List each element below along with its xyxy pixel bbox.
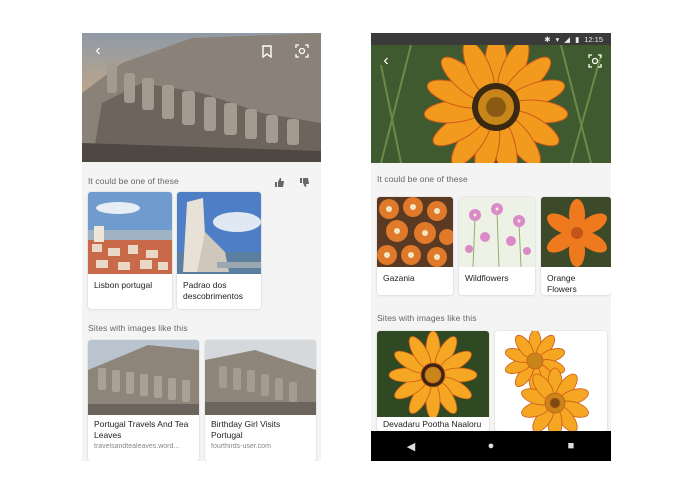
back-arrow-icon[interactable]: ‹: [88, 41, 108, 61]
match-card-gazania[interactable]: Gazania: [377, 197, 453, 295]
bluetooth-icon: ✱: [544, 34, 551, 44]
site-thumbnail: [495, 331, 607, 431]
gazania-thumbnail: [377, 197, 453, 267]
match-card-label: Gazania: [383, 273, 415, 283]
nav-back-icon[interactable]: ◀: [396, 440, 426, 453]
lisbon-thumbnail: [88, 192, 172, 274]
match-card-label: Padrao dos descobrimentos: [183, 280, 244, 301]
site-card-birthday-girl[interactable]: Birthday Girl Visits Portugal fourthirds…: [205, 340, 316, 461]
status-bar: ✱ ▾ ◢ ▮ 12:15: [371, 33, 611, 45]
wildflowers-thumbnail: [459, 197, 535, 267]
section-label-sites: Sites with images like this: [377, 313, 477, 323]
nav-recents-icon[interactable]: ■: [556, 440, 586, 452]
site-thumbnail: [205, 340, 316, 415]
match-card-label: Wildflowers: [465, 273, 509, 283]
monument-hero-image: ‹: [82, 33, 321, 162]
match-card-orange-flowers[interactable]: Orange Flowers: [541, 197, 611, 295]
section-label-sites: Sites with images like this: [88, 323, 188, 333]
match-card-padrao[interactable]: Padrao dos descobrimentos: [177, 192, 261, 309]
wifi-icon: ▾: [555, 34, 560, 44]
site-card-portugal-travels[interactable]: Portugal Travels And Tea Leaves travelsa…: [88, 340, 199, 461]
bookmark-icon[interactable]: [257, 41, 277, 61]
site-card-devadaru[interactable]: Devadaru Pootha Naaloru: [377, 331, 489, 431]
left-phone-screen: ‹ It could be one of these Lisbon portug…: [82, 33, 321, 461]
padrao-thumbnail: [177, 192, 261, 274]
orange-flowers-thumbnail: [541, 197, 611, 267]
site-card-gazania-photo[interactable]: [495, 331, 607, 431]
lens-icon[interactable]: [292, 41, 312, 61]
section-label-matches: It could be one of these: [88, 176, 179, 186]
match-card-label: Lisbon portugal: [94, 280, 153, 290]
signal-icon: ◢: [564, 34, 571, 44]
flower-hero-image: ‹: [371, 45, 611, 163]
right-phone-screen: ✱ ▾ ◢ ▮ 12:15 ‹ It could be one of these…: [371, 33, 611, 461]
android-nav-bar: ◀ ● ■: [371, 431, 611, 461]
match-card-label: Orange Flowers: [547, 273, 577, 294]
match-card-wildflowers[interactable]: Wildflowers: [459, 197, 535, 295]
thumbs-up-icon[interactable]: [269, 172, 289, 192]
nav-home-icon[interactable]: ●: [476, 440, 506, 452]
site-card-source: fourthirds-user.com: [211, 443, 271, 450]
site-card-title: Portugal Travels And Tea Leaves: [94, 419, 189, 440]
site-thumbnail: [377, 331, 489, 417]
status-time: 12:15: [584, 34, 603, 44]
lens-icon[interactable]: [585, 51, 605, 71]
site-card-source: travelsandtealeaves.word...: [94, 443, 180, 450]
site-card-title: Birthday Girl Visits Portugal: [211, 419, 281, 440]
thumbs-down-icon[interactable]: [294, 172, 314, 192]
battery-icon: ▮: [575, 34, 580, 44]
section-label-matches: It could be one of these: [377, 174, 468, 184]
match-card-lisbon[interactable]: Lisbon portugal: [88, 192, 172, 309]
back-arrow-icon[interactable]: ‹: [376, 51, 396, 71]
site-card-title: Devadaru Pootha Naaloru: [383, 419, 482, 429]
site-thumbnail: [88, 340, 199, 415]
